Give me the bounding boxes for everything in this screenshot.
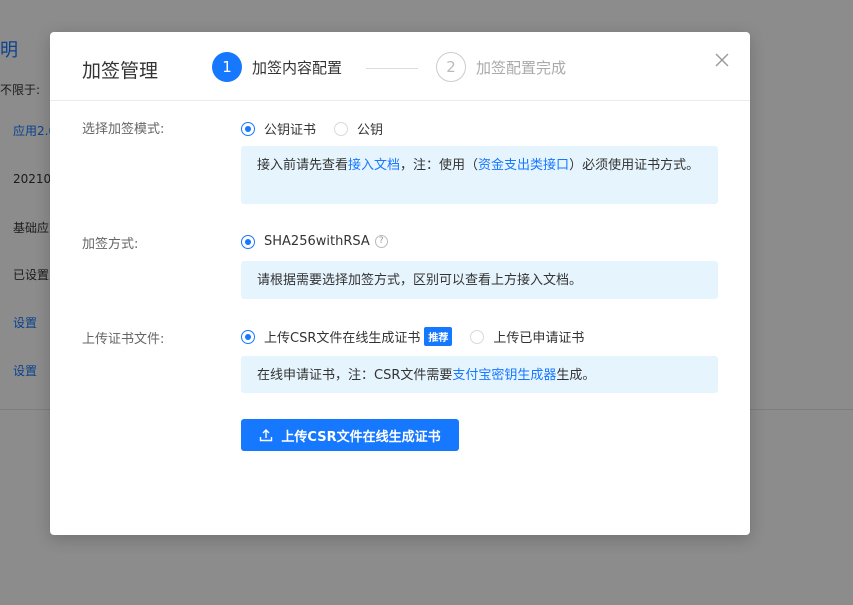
method-radio-group: SHA256withRSA ?: [241, 234, 388, 249]
radio-public-key-cert[interactable]: 公钥证书: [241, 119, 316, 138]
mode-radio-group: 公钥证书 公钥: [241, 119, 401, 138]
upload-csr-button-label: 上传CSR文件在线生成证书: [281, 429, 441, 445]
fund-payout-api-link[interactable]: 资金支出类接口: [478, 158, 569, 173]
method-label: 加签方式:: [82, 237, 139, 252]
radio-label: 上传已申请证书: [493, 331, 585, 346]
upload-radio-group: 上传CSR文件在线生成证书 推荐 上传已申请证书: [241, 327, 602, 346]
radio-upload-existing-cert[interactable]: 上传已申请证书: [470, 327, 584, 346]
radio-checked-icon[interactable]: [241, 329, 255, 344]
radio-upload-csr[interactable]: 上传CSR文件在线生成证书 推荐: [241, 327, 453, 346]
step-2: 2 加签配置完成: [436, 52, 566, 82]
info-text: 接入前请先查看: [257, 158, 349, 173]
info-text: ，注：使用（: [400, 158, 479, 173]
upload-label: 上传证书文件:: [82, 332, 165, 347]
access-docs-link[interactable]: 接入文档: [348, 158, 400, 173]
upload-icon: [260, 429, 273, 442]
radio-public-key[interactable]: 公钥: [334, 119, 383, 138]
info-text: 在线申请证书，注：CSR文件需要: [257, 368, 453, 383]
radio-label: 公钥: [357, 123, 384, 138]
step-1: 1 加签内容配置: [212, 52, 342, 82]
method-info-box: 请根据需要选择加签方式，区别可以查看上方接入文档。: [241, 261, 718, 299]
radio-checked-icon[interactable]: [241, 234, 255, 249]
info-text: ）必须使用证书方式。: [569, 158, 700, 173]
radio-label: SHA256withRSA: [264, 234, 370, 249]
radio-label: 公钥证书: [264, 123, 317, 138]
recommend-badge: 推荐: [424, 327, 453, 346]
step-2-label: 加签配置完成: [476, 58, 567, 77]
step-2-number: 2: [436, 52, 466, 82]
radio-unchecked-icon[interactable]: [470, 329, 485, 344]
radio-checked-icon[interactable]: [241, 121, 255, 136]
radio-unchecked-icon[interactable]: [334, 121, 349, 136]
key-generator-link[interactable]: 支付宝密钥生成器: [452, 368, 556, 383]
step-1-label: 加签内容配置: [252, 58, 343, 77]
mode-info-box: 接入前请先查看接入文档，注：使用（资金支出类接口）必须使用证书方式。: [241, 146, 718, 204]
signing-management-modal: 加签管理 1 加签内容配置 2 加签配置完成 选择加签模式: 公钥证书 公钥 接…: [50, 32, 750, 535]
modal-header: 加签管理 1 加签内容配置 2 加签配置完成: [50, 32, 750, 101]
upload-info-box: 在线申请证书，注：CSR文件需要支付宝密钥生成器生成。: [241, 356, 718, 393]
radio-sha256withrsa[interactable]: SHA256withRSA: [241, 234, 370, 249]
info-text: 请根据需要选择加签方式，区别可以查看上方接入文档。: [257, 273, 583, 288]
question-circle-icon[interactable]: ?: [374, 235, 388, 248]
step-1-number: 1: [212, 52, 242, 82]
mode-label: 选择加签模式:: [82, 122, 165, 137]
step-connector: [366, 68, 418, 69]
upload-csr-button[interactable]: 上传CSR文件在线生成证书: [241, 419, 459, 451]
close-icon[interactable]: [712, 50, 732, 70]
modal-title: 加签管理: [82, 60, 159, 82]
radio-label: 上传CSR文件在线生成证书: [264, 331, 421, 346]
info-text: 生成。: [556, 368, 596, 383]
